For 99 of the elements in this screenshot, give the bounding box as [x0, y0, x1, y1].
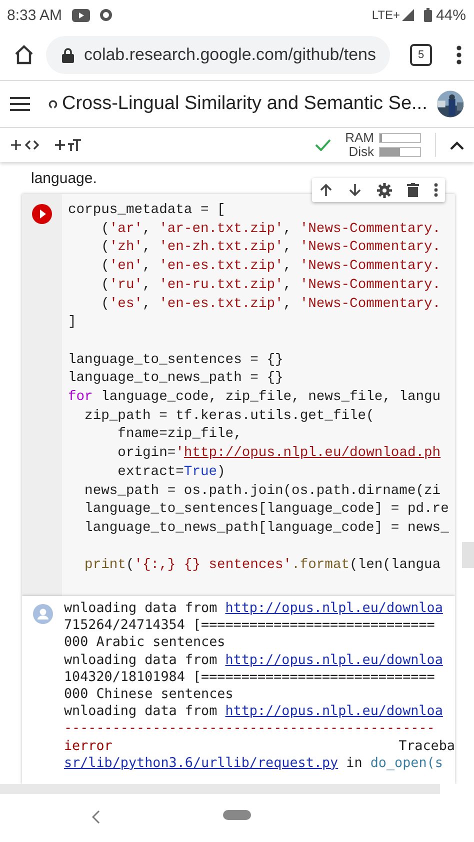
code-text: .format	[292, 557, 350, 576]
code-text: fname=zip_file,	[116, 426, 242, 444]
code-text: ,	[142, 239, 152, 258]
code-text: 'en-es.txt.zip'	[159, 258, 284, 276]
tab-count-button[interactable]: 5	[410, 44, 432, 66]
code-text: ----------------------------------------------	[64, 720, 435, 738]
code-link[interactable]: http://opus.nlpl.eu/downloa	[225, 652, 443, 669]
code-text: wnloading data from	[64, 652, 218, 669]
code-text: news_path = os.path.join(os.path.dirname(zi	[84, 482, 441, 501]
code-text: 'en-ru.txt.zip'	[159, 276, 284, 295]
code-text: 'News-Commentary.	[300, 276, 441, 295]
code-text: language_to_news_path = {}	[68, 370, 284, 388]
scrollbar-thumb[interactable]	[462, 542, 474, 568]
code-text: do_open(s	[370, 754, 443, 772]
code-text: ,	[283, 239, 293, 258]
code-text: ,	[142, 296, 152, 314]
code-text: (	[100, 276, 110, 295]
code-text: Traceba	[398, 738, 455, 755]
code-text: origin=	[116, 445, 176, 464]
code-text: (	[100, 296, 110, 314]
code-text: language_to_sentences = {}	[68, 352, 284, 370]
url-text: colab.research.google.com/github/tens	[84, 45, 376, 65]
code-text: language_to_sentences[language_code] = pd.re	[84, 501, 449, 520]
code-text: wnloading data from	[64, 703, 218, 720]
network-type: LTE+	[372, 8, 400, 22]
collapse-button[interactable]	[450, 140, 464, 150]
signal-icon	[402, 9, 414, 21]
home-pill-button[interactable]	[223, 810, 251, 820]
code-text: ,	[142, 220, 152, 239]
add-code-button[interactable]	[10, 138, 40, 152]
more-button[interactable]	[434, 183, 438, 197]
code-link[interactable]: http://opus.nlpl.eu/downloa	[225, 703, 443, 720]
settings-button[interactable]	[376, 182, 392, 198]
code-text: 'en'	[109, 258, 143, 276]
delete-button[interactable]	[406, 183, 419, 197]
code-text: 'News-Commentary.	[300, 258, 441, 276]
code-text: (	[100, 258, 110, 276]
code-text: (	[126, 557, 134, 576]
circle-icon	[100, 9, 112, 21]
code-text: (	[100, 220, 110, 239]
code-text: for	[68, 389, 93, 408]
menu-button[interactable]	[10, 97, 30, 111]
code-text: 104320/18101984 [=============================	[64, 668, 435, 686]
code-text: ,	[142, 276, 152, 295]
resource-label: RAM	[345, 131, 374, 145]
code-text: ,	[283, 220, 293, 239]
code-text: ,	[283, 276, 293, 295]
user-icon	[33, 604, 53, 624]
more-menu-button[interactable]	[456, 45, 462, 65]
back-button[interactable]	[92, 810, 100, 824]
code-text: ,	[142, 258, 152, 276]
code-text: language_to_news_path[language_code] = news_	[84, 520, 449, 538]
code-text: language_code, zip_file, news_file, langu	[100, 389, 441, 408]
code-text: 000 Arabic sentences	[64, 634, 226, 652]
code-text: extract=	[116, 464, 184, 482]
code-text: '	[176, 445, 184, 464]
code-text: True	[184, 464, 218, 482]
move-down-button[interactable]	[348, 183, 362, 197]
address-bar[interactable]: colab.research.google.com/github/tens	[46, 36, 390, 74]
code-text: wnloading data from	[64, 600, 218, 618]
code-text: '{:,} {} sentences'	[134, 557, 292, 576]
horizontal-scrollbar[interactable]	[0, 784, 440, 794]
code-text: ierror	[64, 738, 112, 755]
code-text: print	[84, 557, 126, 576]
code-text: 'ru'	[109, 276, 143, 295]
code-text: 715264/24714354 [=============================	[64, 617, 435, 634]
code-text: in	[345, 754, 364, 772]
notebook-title: Cross-Lingual Similarity and Semantic Se...	[62, 93, 428, 115]
resource-label: Disk	[348, 145, 374, 159]
code-text: )	[217, 464, 226, 482]
add-text-button[interactable]	[54, 138, 82, 152]
code-text: ,	[283, 258, 293, 276]
code-text: zip_path = tf.keras.utils.get_file(	[84, 408, 374, 426]
code-text: 'en-zh.txt.zip'	[159, 239, 284, 258]
code-text: (len(langua	[350, 557, 441, 576]
code-text: 'News-Commentary.	[300, 220, 441, 239]
code-text: 'News-Commentary.	[300, 296, 441, 314]
battery-icon	[424, 8, 432, 22]
code-link[interactable]: http://opus.nlpl.eu/downloa	[225, 600, 443, 618]
lock-icon	[62, 48, 74, 62]
code-link[interactable]: sr/lib/python3.6/urllib/request.py	[64, 754, 338, 772]
code-text: 'ar-en.txt.zip'	[159, 220, 284, 239]
code-text: 'es'	[109, 296, 143, 314]
code-text: (	[100, 239, 110, 258]
code-text: 'News-Commentary.	[300, 239, 441, 258]
resource-meter[interactable]: RAM Disk	[345, 131, 421, 159]
text-cell: language.	[31, 170, 97, 187]
clock-time: 8:33 AM	[7, 6, 62, 24]
code-text: 000 Chinese sentences	[64, 686, 234, 704]
code-text: 'en-es.txt.zip'	[159, 296, 284, 314]
code-text: ]	[68, 314, 76, 332]
code-text: ,	[283, 296, 293, 314]
move-up-button[interactable]	[319, 183, 334, 197]
battery-percent: 44%	[436, 6, 466, 24]
code-text: 'zh'	[109, 239, 143, 258]
code-text: corpus_metadata = [	[68, 202, 226, 220]
video-icon	[72, 8, 90, 22]
code-text: 'ar'	[109, 220, 143, 239]
github-icon	[48, 98, 58, 110]
